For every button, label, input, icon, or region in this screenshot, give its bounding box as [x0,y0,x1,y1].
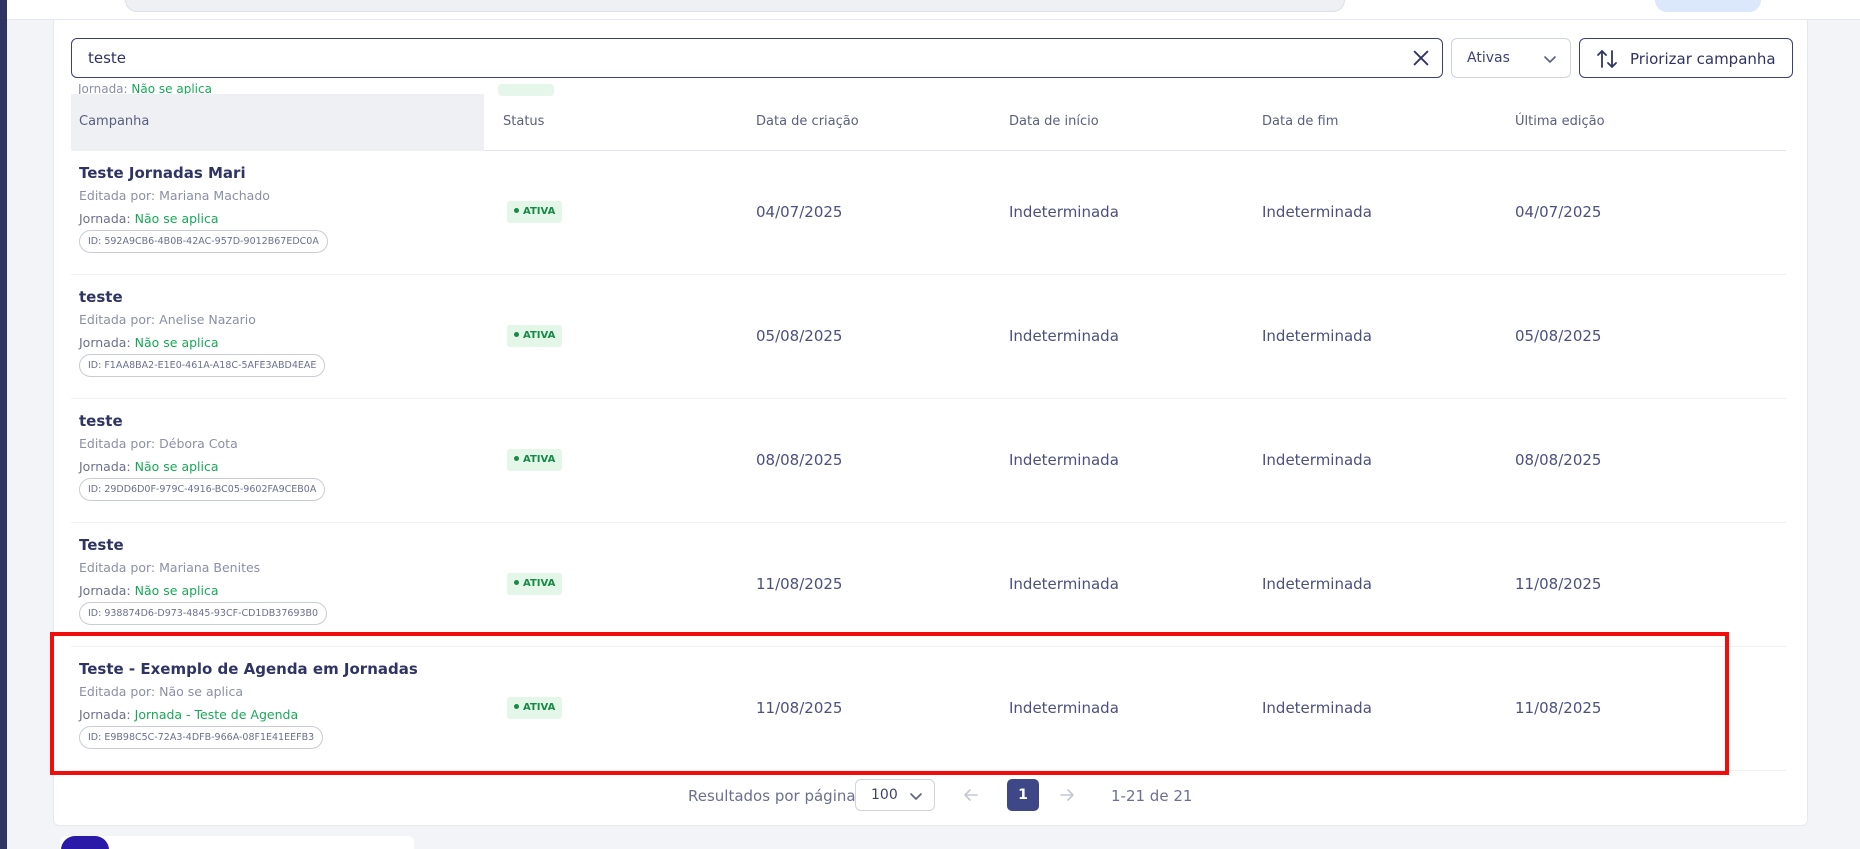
bottom-panel [60,836,414,849]
results-per-page-select[interactable]: 100 [855,779,935,811]
campaign-title[interactable]: Teste Jornadas Mari [79,164,246,182]
results-range: 1-21 de 21 [1111,787,1193,805]
status-filter-select[interactable]: Ativas [1451,38,1571,78]
chevron-down-icon [910,793,922,800]
campaign-title[interactable]: teste [79,288,123,306]
last-edit-date: 05/08/2025 [1515,327,1602,345]
status-filter-value: Ativas [1467,50,1510,66]
header-data-fim[interactable]: Data de fim [1262,114,1338,129]
edited-by: Editada por: Mariana Machado [79,188,270,203]
jornada: Jornada: Jornada - Teste de Agenda [79,707,299,722]
avatar[interactable] [61,836,109,849]
created-date: 11/08/2025 [756,699,843,717]
campaign-search-box [71,38,1443,78]
start-date: Indeterminada [1009,451,1119,469]
top-bar [7,0,1860,20]
header-status[interactable]: Status [503,114,544,129]
jornada: Jornada: Não se aplica [79,211,219,226]
prioritize-campaign-button[interactable]: Priorizar campanha [1579,38,1793,78]
end-date: Indeterminada [1262,451,1372,469]
results-per-page-value: 100 [871,787,898,803]
start-date: Indeterminada [1009,575,1119,593]
table-row[interactable]: Teste - Exemplo de Agenda em Jornadas Ed… [71,647,1786,771]
header-campanha[interactable]: Campanha [71,94,484,151]
results-per-page-label: Resultados por página [688,787,856,805]
end-date: Indeterminada [1262,203,1372,221]
campaign-id-chip[interactable]: ID: 29DD6D0F-979C-4916-BC05-9602FA9CEB0A [79,478,326,501]
created-date: 04/07/2025 [756,203,843,221]
status-badge: ATIVA [507,697,563,719]
last-edit-date: 04/07/2025 [1515,203,1602,221]
jornada: Jornada: Não se aplica [79,335,219,350]
campaign-title[interactable]: Teste - Exemplo de Agenda em Jornadas [79,660,418,678]
created-date: 11/08/2025 [756,575,843,593]
prioritize-campaign-label: Priorizar campanha [1630,50,1776,68]
last-edit-date: 11/08/2025 [1515,575,1602,593]
sort-arrows-icon [1597,50,1617,68]
status-dot-icon [514,208,519,213]
campaign-id-chip[interactable]: ID: 592A9CB6-4B0B-42AC-957D-9012B67EDC0A [79,230,328,253]
app-sidebar-edge [0,0,7,849]
end-date: Indeterminada [1262,327,1372,345]
header-ultima-edicao[interactable]: Última edição [1515,114,1605,129]
campaign-id-chip[interactable]: ID: E9B98C5C-72A3-4DFB-966A-08F1E41EEFB3 [79,726,324,749]
table-row[interactable]: Teste Jornadas Mari Editada por: Mariana… [71,151,1786,275]
chevron-down-icon [1544,56,1556,63]
current-page-button[interactable]: 1 [1007,779,1039,811]
campaigns-card: Ativas Priorizar campanha Jornada: Não s… [53,20,1808,826]
last-edit-date: 08/08/2025 [1515,451,1602,469]
top-action-button[interactable] [1655,0,1761,12]
start-date: Indeterminada [1009,699,1119,717]
edited-by: Editada por: Débora Cota [79,436,238,451]
table-header: Campanha Status Data de criação Data de … [71,94,1786,151]
status-badge: ATIVA [507,449,563,471]
arrow-right-icon[interactable] [1057,785,1077,805]
last-edit-date: 11/08/2025 [1515,699,1602,717]
status-dot-icon [514,704,519,709]
jornada: Jornada: Não se aplica [79,583,219,598]
table-row[interactable]: teste Editada por: Anelise Nazario Jorna… [71,275,1786,399]
campaign-title[interactable]: teste [79,412,123,430]
status-dot-icon [514,456,519,461]
header-data-inicio[interactable]: Data de início [1009,114,1099,129]
global-search-bar[interactable] [125,0,1345,12]
table-row[interactable]: Teste Editada por: Mariana Benites Jorna… [71,523,1786,647]
table-row[interactable]: teste Editada por: Débora Cota Jornada: … [71,399,1786,523]
start-date: Indeterminada [1009,327,1119,345]
campaign-id-chip[interactable]: ID: 938874D6-D973-4845-93CF-CD1DB37693B0 [79,602,328,625]
header-data-criacao[interactable]: Data de criação [756,114,859,129]
status-dot-icon [514,580,519,585]
arrow-left-icon[interactable] [961,785,981,805]
status-badge: ATIVA [507,573,563,595]
created-date: 08/08/2025 [756,451,843,469]
edited-by: Editada por: Não se aplica [79,684,244,699]
status-badge: ATIVA [507,201,563,223]
edited-by: Editada por: Mariana Benites [79,560,261,575]
end-date: Indeterminada [1262,699,1372,717]
pagination-bar: Resultados por página 100 1 1-21 de 21 [0,760,1860,811]
status-badge: ATIVA [507,325,563,347]
jornada: Jornada: Não se aplica [79,459,219,474]
start-date: Indeterminada [1009,203,1119,221]
status-dot-icon [514,332,519,337]
created-date: 05/08/2025 [756,327,843,345]
close-icon[interactable] [1410,47,1432,69]
campaign-search-input[interactable] [88,39,1388,76]
end-date: Indeterminada [1262,575,1372,593]
campaign-id-chip[interactable]: ID: F1AA8BA2-E1E0-461A-A18C-5AFE3ABD4EAE [79,354,326,377]
edited-by: Editada por: Anelise Nazario [79,312,256,327]
campaign-title[interactable]: Teste [79,536,124,554]
